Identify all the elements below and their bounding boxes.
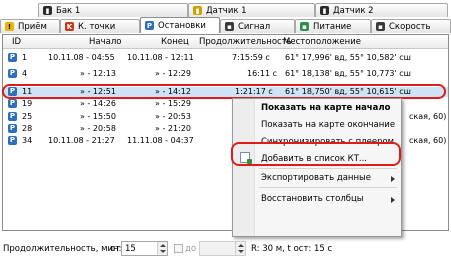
column-header-end[interactable]: Конец	[161, 37, 189, 47]
tab-label: Скорость	[389, 21, 431, 32]
parking-icon: P	[8, 136, 17, 145]
tab-fuel-1[interactable]: ▮ Бак 1	[38, 3, 188, 17]
cell-end: » - 12:29	[155, 69, 191, 78]
table-row[interactable]: P 4 » - 12:13 » - 12:29 16:11 с 61° 18,1…	[3, 69, 448, 79]
checkpoint-icon: K	[65, 22, 74, 31]
tab-sensor-1[interactable]: ▮ Датчик 1	[188, 3, 315, 17]
cell-id: 4	[22, 69, 28, 78]
cell-end: 11.11.08 - 04:37	[127, 136, 194, 145]
cell-start: 10.11.08 - 21:27	[48, 136, 115, 145]
from-label: от	[110, 244, 121, 254]
tab-strip-top: ▮ Бак 1 ▮ Датчик 1 ▮ Датчик 2	[0, 3, 448, 17]
cell-duration: 16:11 с	[247, 69, 277, 78]
duration-from-value[interactable]: 15	[125, 244, 136, 254]
fuel-icon: ▮	[43, 6, 52, 15]
menu-item-show-end[interactable]: Показать на карте окончание	[261, 120, 395, 130]
cell-duration: 7:15:59 с	[232, 53, 270, 62]
cell-location: 61° 17,996' вд, 55° 10,582' сш	[285, 53, 411, 62]
submenu-arrow-icon	[391, 197, 395, 203]
menu-item-show-start[interactable]: Показать на карте начало	[261, 103, 390, 113]
tab-label: Сигнал	[238, 21, 271, 32]
column-header-location[interactable]: Местоположение	[283, 37, 361, 47]
column-header-start[interactable]: Начало	[89, 37, 121, 47]
cell-end: » - 21:20	[155, 124, 191, 133]
cell-end: » - 15:29	[155, 99, 191, 108]
warning-icon: !	[5, 22, 14, 31]
cell-start: » - 20:58	[80, 124, 116, 133]
parking-icon: P	[8, 53, 17, 62]
cell-start: 10.11.08 - 04:55	[48, 53, 115, 62]
cell-end: » - 20:53	[155, 112, 191, 121]
highlight-ring-menu-item	[231, 142, 401, 166]
sensor-icon: ▮	[320, 6, 329, 15]
cell-start: » - 14:26	[80, 99, 116, 108]
menu-separator	[259, 187, 397, 188]
tab-label: Остановки	[158, 20, 206, 31]
tab-strip-bottom: ! Приём K К. точки P Остановки ▪ Сигнал …	[0, 17, 451, 33]
spinner-arrows-icon[interactable]	[157, 242, 167, 255]
tab-label: Питание	[313, 21, 352, 32]
cell-id: 28	[22, 124, 33, 133]
cell-location: ская, 60)	[409, 136, 447, 145]
column-header-id[interactable]: ID	[12, 37, 21, 47]
cell-location: 61° 18,138' вд, 55° 10,773' сш	[285, 69, 411, 78]
cell-id: 1	[22, 53, 28, 62]
parking-icon: P	[8, 124, 17, 133]
summary-text: R: 30 м, t ост: 15 с	[251, 244, 333, 254]
tab-label: Приём	[18, 21, 47, 32]
filter-bar: Продолжительность, мин: от 15 до R: 30 м…	[0, 234, 451, 260]
menu-separator	[259, 168, 397, 169]
cell-start: » - 12:13	[80, 69, 116, 78]
highlight-ring-row	[2, 84, 446, 99]
tab-power[interactable]: ▪ Питание	[295, 19, 371, 33]
cell-location: ская, 60)	[409, 112, 447, 121]
spinner-arrows-icon[interactable]	[235, 242, 245, 255]
tab-speed[interactable]: ▪ Скорость	[371, 19, 451, 33]
parking-icon: P	[8, 112, 17, 121]
parking-icon: P	[145, 21, 154, 30]
tab-label: К. точки	[78, 21, 116, 32]
sensor-icon: ▮	[193, 6, 202, 15]
cell-id: 34	[22, 136, 33, 145]
tab-reception[interactable]: ! Приём	[0, 19, 60, 33]
duration-to-spinner[interactable]	[199, 241, 246, 256]
parking-icon: P	[8, 69, 17, 78]
tab-stops[interactable]: P Остановки	[140, 17, 220, 33]
power-icon: ▪	[300, 22, 309, 31]
table-row[interactable]: P 1 10.11.08 - 04:55 10.11.08 - 12:11 7:…	[3, 53, 448, 63]
tab-sensor-2[interactable]: ▮ Датчик 2	[315, 3, 448, 17]
to-checkbox[interactable]	[174, 244, 183, 253]
grid-header: ID Начало Конец Продолжительность Местоп…	[3, 35, 448, 49]
tab-checkpoints[interactable]: K К. точки	[60, 19, 140, 33]
cell-start: » - 15:50	[80, 112, 116, 121]
tab-label: Датчик 2	[333, 5, 374, 16]
signal-icon: ▪	[225, 22, 234, 31]
to-label: до	[185, 244, 197, 254]
submenu-arrow-icon	[391, 176, 395, 182]
tab-signal[interactable]: ▪ Сигнал	[220, 19, 295, 33]
duration-label: Продолжительность, мин:	[3, 244, 122, 254]
cell-id: 25	[22, 112, 33, 121]
context-menu: Показать на карте начало Показать на кар…	[232, 98, 402, 237]
tab-label: Бак 1	[56, 5, 81, 16]
menu-icon-strip	[233, 99, 255, 236]
cell-id: 19	[22, 99, 33, 108]
cell-end: 10.11.08 - 12:11	[127, 53, 194, 62]
tab-label: Датчик 1	[206, 5, 247, 16]
parking-icon: P	[8, 99, 17, 108]
duration-from-spinner[interactable]: 15	[121, 241, 168, 256]
menu-item-export[interactable]: Экспортировать данные	[261, 173, 371, 183]
column-header-duration[interactable]: Продолжительность	[199, 37, 292, 47]
menu-item-restore-columns[interactable]: Восстановить столбцы	[261, 194, 364, 204]
speed-icon: ▪	[376, 22, 385, 31]
